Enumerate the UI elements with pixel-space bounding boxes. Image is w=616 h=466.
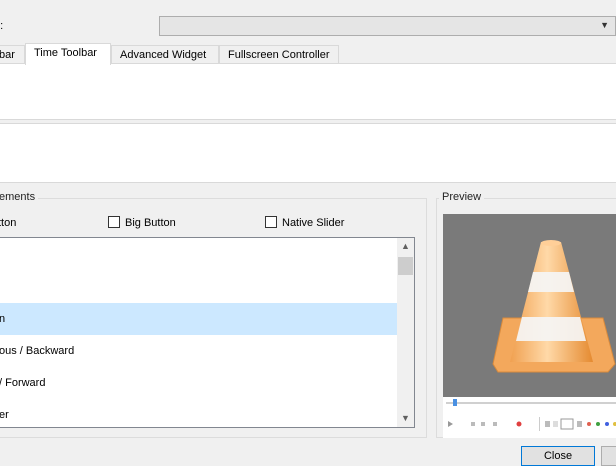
tab-main-toolbar[interactable]: bar (0, 45, 25, 64)
tab-fullscreen-controller[interactable]: Fullscreen Controller (219, 45, 339, 64)
list-item-selected[interactable]: n (0, 303, 397, 335)
tab-time-toolbar[interactable]: Time Toolbar (25, 43, 111, 65)
close-button-label: Close (543, 450, 573, 462)
preview-toolbar-graphic (446, 399, 616, 431)
preview-title: Preview (439, 191, 485, 203)
tab-advanced-widget[interactable]: Advanced Widget (111, 45, 219, 64)
list-item[interactable]: er (0, 399, 397, 431)
close-button[interactable]: Close (521, 446, 595, 466)
profile-label: e: (0, 20, 4, 32)
preview-panel (443, 214, 616, 438)
list-scrollbar[interactable]: ▲ ▼ (397, 238, 414, 427)
scrollbar-thumb[interactable] (398, 257, 413, 275)
native-slider-checkbox[interactable] (265, 216, 277, 228)
toolbar-drop-area-line2[interactable] (0, 123, 616, 183)
toolbar-drop-area-line1[interactable] (0, 63, 616, 120)
chevron-down-icon: ▼ (600, 20, 609, 30)
extra-button[interactable] (601, 446, 616, 466)
tab-label: Time Toolbar (34, 47, 97, 59)
list-item[interactable]: / Forward (0, 367, 397, 399)
flat-button-option[interactable]: tton (0, 217, 16, 229)
vlc-cone-icon (492, 240, 616, 373)
elements-list[interactable]: n ous / Backward / Forward er ▲ ▼ (0, 237, 415, 428)
vlc-cone-preview (443, 214, 616, 397)
chevron-up-icon[interactable]: ▲ (401, 241, 410, 251)
big-button-label: Big Button (125, 217, 176, 229)
list-item[interactable] (0, 271, 397, 303)
list-item[interactable]: ous / Backward (0, 335, 397, 367)
preview-toolbar (443, 397, 616, 438)
tab-label: Advanced Widget (120, 49, 207, 61)
toolbar-elements-title: ements (0, 191, 39, 203)
profile-select[interactable]: ▼ (159, 16, 616, 36)
big-button-checkbox[interactable] (108, 216, 120, 228)
chevron-down-icon[interactable]: ▼ (401, 413, 410, 423)
tab-label: Fullscreen Controller (228, 49, 330, 61)
native-slider-label: Native Slider (282, 217, 345, 229)
tab-label: bar (0, 49, 15, 61)
